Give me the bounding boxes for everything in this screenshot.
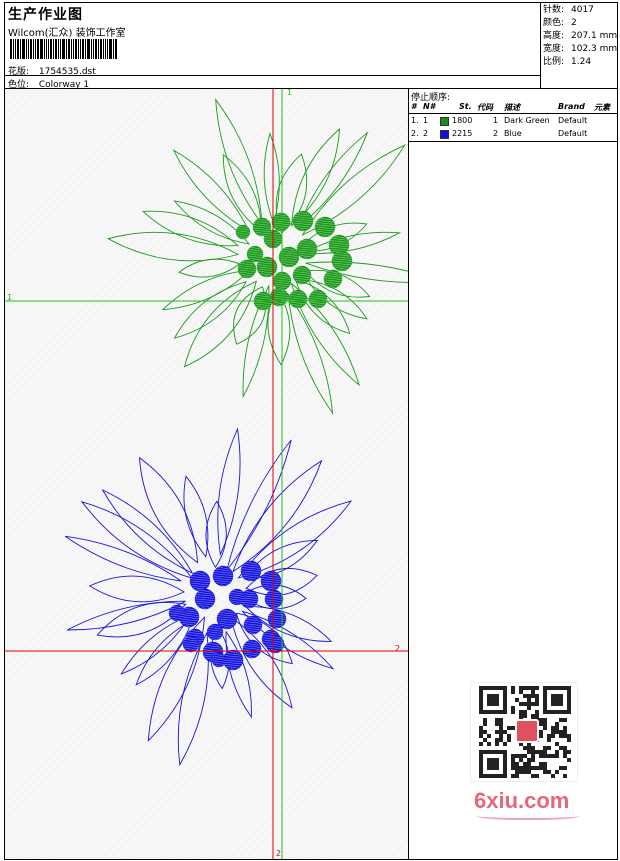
sequence-row: 1. 1 1800 1 Dark Green Default (409, 116, 618, 128)
col-brand: Brand (558, 102, 585, 111)
stat-value: 1.24 (571, 57, 592, 67)
stat-label: 高度: (543, 31, 565, 41)
watermark-logo: 6xiu.com (474, 788, 570, 813)
embroidery-preview: 1 1 2 2 (5, 89, 408, 859)
petal-outline (263, 132, 280, 225)
petal-outline (291, 128, 341, 227)
stat-stitches: 针数: 4017 (543, 4, 618, 17)
row-needle: 1 (423, 116, 429, 125)
row-needle: 2 (423, 129, 429, 138)
petal-outline (178, 258, 241, 278)
blue-flower-centre (168, 560, 287, 671)
stat-colors: 颜色: 2 (543, 17, 618, 30)
red-axis-right-marker: 2 (395, 644, 400, 653)
petal-outline (183, 475, 209, 558)
stat-value: 207.1 mm (571, 31, 618, 41)
row-brand: Default (558, 116, 588, 125)
petal-outline (88, 575, 185, 603)
red-axis-bottom-marker: 2 (276, 849, 281, 858)
petal-outline (305, 261, 408, 283)
petal-outline (232, 459, 323, 573)
green-flower-centre (235, 210, 353, 311)
petal-outline (161, 269, 251, 311)
embroidery-canvas: 1 1 2 2 (5, 89, 408, 859)
company-name: Wilcom(汇众) 装饰工作室 (8, 28, 126, 39)
row-index: 2. (411, 129, 419, 138)
header-info: 生产作业图 Wilcom(汇众) 装饰工作室 花版: 1754535.dst 色… (4, 2, 541, 90)
col-index: # (411, 102, 417, 111)
design-stats: 针数: 4017 颜色: 2 高度: 207.1 mm 宽度: 102.3 mm 比例:… (541, 2, 618, 88)
stat-label: 宽度: (543, 44, 565, 54)
petal-outline (217, 427, 241, 557)
stat-label: 颜色: (543, 18, 565, 28)
col-needle: N# (423, 102, 436, 111)
stop-sequence-panel: 停止顺序: # N# St. 代码 描述 Brand 元素 1. 1 1800 … (409, 89, 618, 143)
stat-width: 宽度: 102.3 mm (543, 43, 618, 56)
petal-outline (120, 614, 192, 675)
stat-scale: 比例: 1.24 (543, 56, 618, 69)
thread-color-swatch (440, 117, 449, 126)
stat-label: 针数: (543, 5, 565, 15)
petal-outline (172, 149, 250, 232)
row-description: Dark Green (504, 116, 550, 125)
petal-outline (101, 488, 194, 575)
col-description: 描述 (504, 103, 520, 112)
row-description: Blue (504, 129, 522, 138)
col-code: 代码 (477, 103, 493, 112)
stop-sequence-header: # N# St. 代码 描述 Brand 元素 (409, 102, 618, 114)
thread-color-swatch (440, 130, 449, 139)
petal-outline (107, 231, 240, 262)
stat-value: 4017 (571, 5, 594, 15)
stat-value: 2 (571, 18, 577, 28)
worksheet-title: 生产作业图 (8, 7, 83, 23)
row-code: 2 (493, 129, 499, 138)
panel-divider (408, 89, 409, 859)
green-axis-top-marker: 1 (287, 89, 292, 97)
sequence-row: 2. 2 2215 2 Blue Default (409, 129, 618, 141)
barcode (10, 39, 144, 59)
stop-sequence-divider (409, 141, 618, 142)
stat-value: 102.3 mm (571, 44, 618, 54)
petal-outline (80, 500, 194, 579)
stat-height: 高度: 207.1 mm (543, 30, 618, 43)
col-stitches: St. (459, 102, 472, 111)
petal-outline (287, 292, 334, 415)
petal-outline (215, 98, 263, 226)
row-index: 1. (411, 116, 419, 125)
petal-outline (205, 500, 227, 569)
col-element: 元素 (594, 103, 610, 112)
row-brand: Default (558, 129, 588, 138)
row-stitches: 2215 (452, 129, 473, 138)
qr-logo-badge (515, 719, 539, 743)
petal-outline (173, 281, 248, 339)
row-stitches: 1800 (452, 116, 473, 125)
header-divider (4, 75, 541, 76)
petal-outline (138, 456, 199, 564)
row-code: 1 (493, 116, 499, 125)
petal-outline (142, 210, 239, 247)
watermark-swoosh (476, 812, 580, 820)
qr-code (470, 682, 578, 782)
green-axis-left-marker: 1 (7, 293, 12, 302)
stat-label: 比例: (543, 57, 565, 67)
petal-outline (67, 600, 186, 631)
